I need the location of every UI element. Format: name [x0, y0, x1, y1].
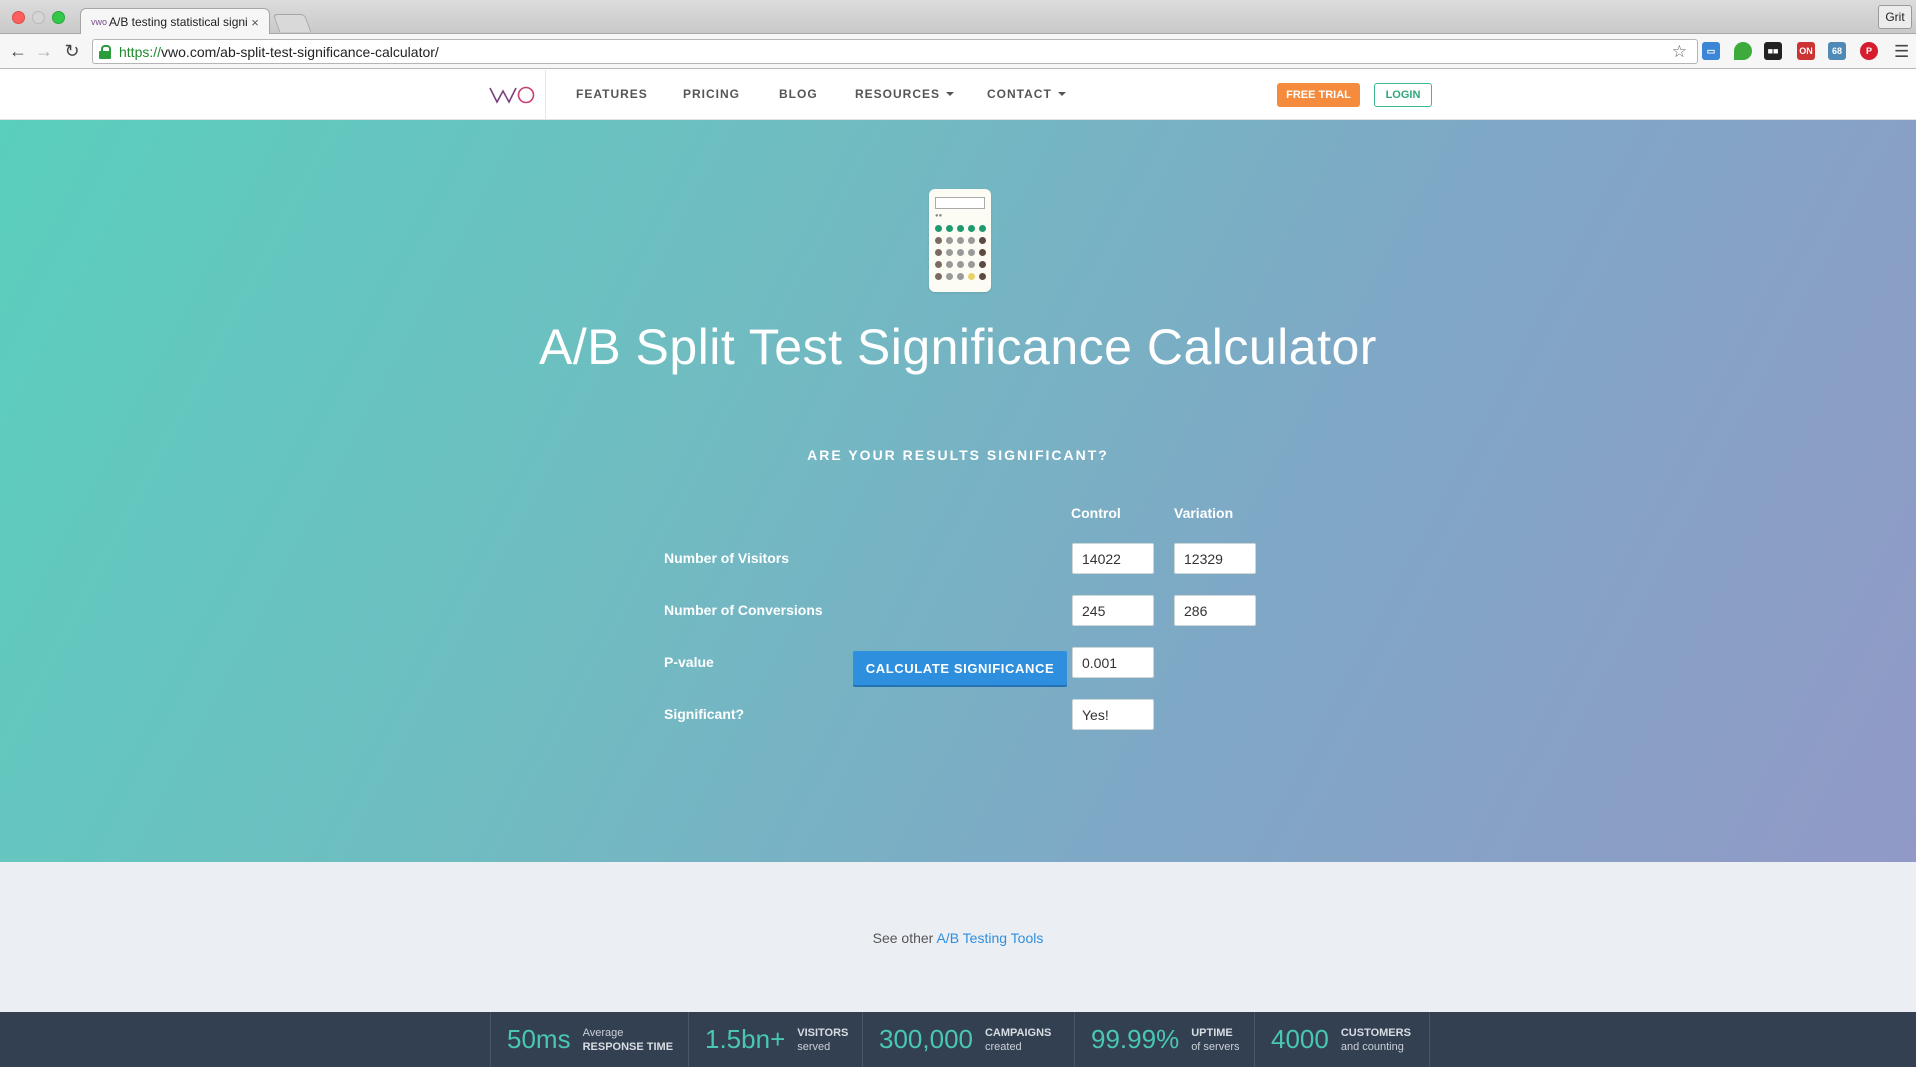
nav-blog[interactable]: BLOG [779, 87, 818, 101]
tools-section: See other A/B Testing Tools [0, 862, 1916, 1012]
login-button[interactable]: LOGIN [1374, 83, 1432, 107]
extension-on-icon[interactable]: ON [1797, 42, 1815, 60]
variation-conversions-input[interactable] [1174, 595, 1256, 626]
tools-text: See other A/B Testing Tools [0, 930, 1916, 946]
nav-contact[interactable]: CONTACT [987, 87, 1066, 101]
stat-uptime: 99.99% UPTIME of servers [1074, 1012, 1254, 1067]
stat-label-bottom: of servers [1191, 1040, 1240, 1053]
stat-value: 4000 [1271, 1024, 1329, 1054]
stat-value: 1.5bn+ [705, 1024, 786, 1054]
extension-tag-icon[interactable]: ▭ [1702, 42, 1720, 60]
extension-counter-icon[interactable]: 68 [1828, 42, 1846, 60]
tools-prefix: See other [872, 930, 934, 946]
label-conversions: Number of Conversions [664, 602, 823, 618]
calculator-indicator: ●● [935, 213, 943, 219]
stat-value: 99.99% [1091, 1024, 1180, 1054]
column-header-variation: Variation [1174, 505, 1234, 521]
ab-testing-tools-link[interactable]: A/B Testing Tools [936, 930, 1043, 946]
stat-label-top: UPTIME [1191, 1026, 1233, 1039]
stat-label-bottom: created [984, 1040, 1022, 1053]
significant-result-field[interactable] [1072, 699, 1154, 730]
stat-customers: 4000 CUSTOMERS and counting [1254, 1012, 1430, 1067]
hero-section: ●● A/B Split Test Significance Calculato… [0, 120, 1916, 862]
browser-titlebar: vwo A/B testing statistical signi × Grit [0, 0, 1916, 35]
stat-label-top: CUSTOMERS [1340, 1026, 1411, 1039]
column-header-control: Control [1071, 505, 1121, 521]
label-p-value: P-value [664, 654, 714, 670]
section-subtitle: ARE YOUR RESULTS SIGNIFICANT? [807, 447, 1109, 463]
stat-label-bottom: served [797, 1040, 831, 1053]
stat-label-bottom: and counting [1340, 1040, 1404, 1053]
maximize-window-button[interactable] [52, 11, 65, 24]
stat-response-time: 50ms Average RESPONSE TIME [490, 1012, 688, 1067]
logo-divider [545, 70, 546, 120]
calculator-screen [935, 197, 985, 209]
vwo-logo[interactable] [488, 85, 536, 105]
page-title: A/B Split Test Significance Calculator [539, 319, 1377, 375]
calculator-keys [935, 225, 986, 280]
tab-close-icon[interactable]: × [249, 15, 261, 30]
variation-visitors-input[interactable] [1174, 543, 1256, 574]
extension-glasses-icon[interactable]: ■■ [1764, 42, 1782, 60]
nav-pricing[interactable]: PRICING [683, 87, 740, 101]
stat-campaigns: 300,000 CAMPAIGNS created [862, 1012, 1074, 1067]
nav-features[interactable]: FEATURES [576, 87, 648, 101]
label-significant: Significant? [664, 706, 745, 722]
control-visitors-input[interactable] [1072, 543, 1154, 574]
profile-button[interactable]: Grit [1878, 5, 1912, 29]
browser-tab-active[interactable]: vwo A/B testing statistical signi × [80, 8, 270, 35]
url-scheme: https:// [119, 43, 162, 60]
chevron-down-icon [1057, 92, 1066, 96]
back-arrow-icon[interactable]: ← [8, 41, 28, 61]
browser-menu-icon[interactable]: ☰ [1894, 42, 1909, 62]
forward-arrow-icon[interactable]: → [34, 41, 54, 61]
pinterest-extension-icon[interactable]: P [1860, 42, 1878, 60]
tab-title: A/B testing statistical signi [109, 15, 248, 29]
url-path: vwo.com/ab-split-test-significance-calcu… [161, 43, 439, 60]
site-header: FEATURES PRICING BLOG RESOURCES CONTACT … [0, 70, 1916, 120]
stat-label-top: VISITORS [797, 1026, 849, 1039]
stat-value: 300,000 [879, 1024, 973, 1054]
nav-resources[interactable]: RESOURCES [855, 87, 955, 101]
free-trial-button[interactable]: FREE TRIAL [1277, 83, 1360, 107]
browser-toolbar: ← → ↻ https:// vwo.com/ab-split-test-sig… [0, 34, 1916, 69]
stat-value: 50ms [507, 1024, 571, 1054]
close-window-button[interactable] [12, 11, 25, 24]
stat-visitors: 1.5bn+ VISITORS served [688, 1012, 862, 1067]
nav-contact-label: CONTACT [987, 87, 1052, 101]
nav-resources-label: RESOURCES [855, 87, 941, 101]
address-bar[interactable]: https:// vwo.com/ab-split-test-significa… [92, 39, 1698, 64]
stat-label-top: CAMPAIGNS [984, 1026, 1052, 1039]
control-conversions-input[interactable] [1072, 595, 1154, 626]
calculator-icon: ●● [929, 189, 991, 292]
calculate-significance-button[interactable]: CALCULATE SIGNIFICANCE [853, 651, 1067, 685]
stat-label-bottom: RESPONSE TIME [582, 1040, 674, 1053]
new-tab-button[interactable] [272, 14, 312, 32]
chevron-down-icon [946, 92, 955, 96]
p-value-field[interactable] [1072, 647, 1154, 678]
label-visitors: Number of Visitors [664, 550, 789, 566]
evernote-extension-icon[interactable] [1734, 42, 1752, 60]
stats-bar: 50ms Average RESPONSE TIME 1.5bn+ VISITOR… [0, 1012, 1916, 1067]
lock-icon [99, 44, 111, 59]
reload-icon[interactable]: ↻ [62, 41, 82, 61]
minimize-window-button[interactable] [32, 11, 45, 24]
vwo-favicon-icon: vwo [91, 16, 108, 27]
bookmark-star-icon[interactable]: ☆ [1672, 42, 1687, 62]
stat-label-top: Average [582, 1026, 624, 1039]
